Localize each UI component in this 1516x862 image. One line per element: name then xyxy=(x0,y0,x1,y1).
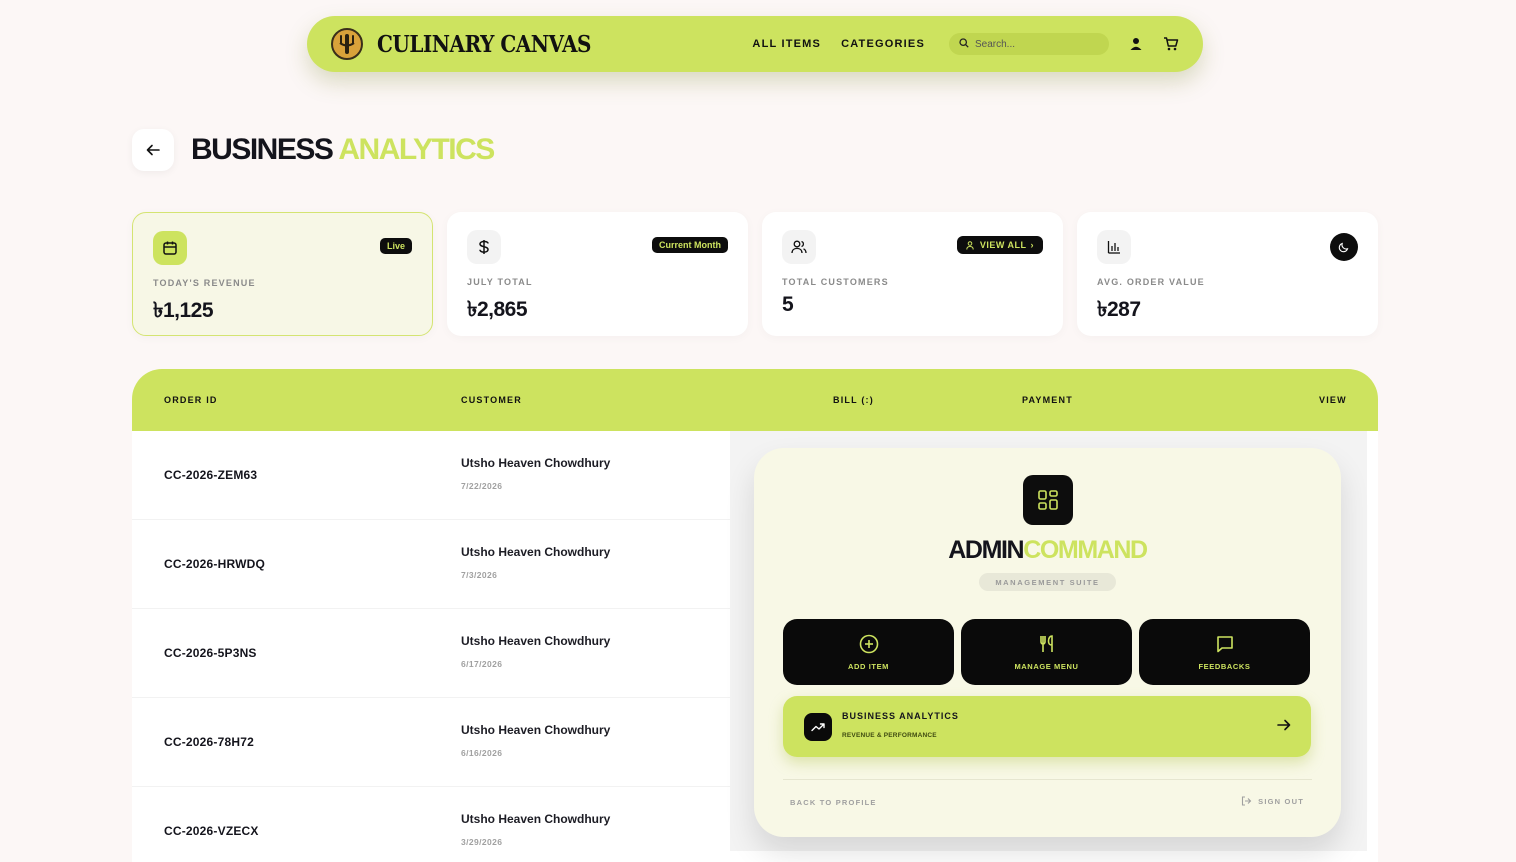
customer-name: Utsho Heaven Chowdhury xyxy=(461,456,611,470)
moon-icon xyxy=(1338,242,1349,253)
theme-toggle-button[interactable] xyxy=(1330,233,1358,261)
trending-up-icon xyxy=(804,713,832,741)
stat-label: JULY TOTAL xyxy=(467,277,533,287)
stat-card-month-total[interactable]: Current Month JULY TOTAL ৳2,865 xyxy=(447,212,748,336)
stat-label: TODAY'S REVENUE xyxy=(153,278,256,288)
admin-command-panel: ADMINCOMMAND MANAGEMENT SUITE ADD ITEM M… xyxy=(754,448,1341,837)
bar-chart-icon xyxy=(1097,230,1131,264)
column-header-payment: PAYMENT xyxy=(1022,395,1073,405)
stat-card-avg-order-value[interactable]: AVG. ORDER VALUE ৳287 xyxy=(1077,212,1378,336)
page-header: BUSINESS ANALYTICS xyxy=(132,129,495,171)
stat-value: ৳287 xyxy=(1097,298,1141,321)
column-header-customer: CUSTOMER xyxy=(461,395,522,405)
admin-title: ADMINCOMMAND xyxy=(754,536,1341,565)
log-out-icon xyxy=(1242,796,1252,806)
sign-out-label: SIGN OUT xyxy=(1258,796,1304,806)
divider xyxy=(783,779,1312,780)
page-title-part2: ANALYTICS xyxy=(338,133,495,166)
business-analytics-subtitle: REVENUE & PERFORMANCE xyxy=(842,732,937,739)
stat-card-todays-revenue[interactable]: Live TODAY'S REVENUE ৳1,125 xyxy=(132,212,433,336)
brand-name[interactable]: CULINARY CANVAS xyxy=(377,30,591,58)
column-header-bill: BILL (:) xyxy=(833,395,874,405)
top-navbar: CULINARY CANVAS ALL ITEMS CATEGORIES xyxy=(307,16,1203,72)
business-analytics-button[interactable]: BUSINESS ANALYTICS REVENUE & PERFORMANCE xyxy=(783,696,1311,757)
order-date: 7/22/2026 xyxy=(461,481,503,491)
stats-row: Live TODAY'S REVENUE ৳1,125 Current Mont… xyxy=(132,212,1378,336)
add-item-button[interactable]: ADD ITEM xyxy=(783,619,954,685)
order-id: CC-2026-HRWDQ xyxy=(164,557,266,571)
add-item-label: ADD ITEM xyxy=(847,661,890,671)
table-row[interactable]: CC-2026-5P3NS Utsho Heaven Chowdhury 6/1… xyxy=(132,609,730,698)
feedbacks-button[interactable]: FEEDBACKS xyxy=(1139,619,1310,685)
search-box[interactable] xyxy=(949,33,1109,55)
customer-name: Utsho Heaven Chowdhury xyxy=(461,545,611,559)
stat-label: AVG. ORDER VALUE xyxy=(1097,277,1205,287)
message-square-icon xyxy=(1216,635,1233,652)
order-date: 6/16/2026 xyxy=(461,748,503,758)
sign-out-button[interactable]: SIGN OUT xyxy=(1241,796,1304,806)
feedbacks-label: FEEDBACKS xyxy=(1198,661,1251,671)
table-header: ORDER ID CUSTOMER BILL (:) PAYMENT VIEW xyxy=(132,369,1378,431)
admin-title-part1: ADMIN xyxy=(948,536,1024,564)
dashboard-grid-icon xyxy=(1023,475,1073,525)
utensils-icon xyxy=(1039,634,1053,652)
order-id: CC-2026-5P3NS xyxy=(164,646,257,660)
users-icon xyxy=(966,240,974,250)
order-date: 7/3/2026 xyxy=(461,570,498,580)
view-all-label: VIEW ALL xyxy=(979,240,1027,250)
admin-actions: ADD ITEM MANAGE MENU FEEDBACKS xyxy=(783,619,1310,685)
column-header-view: VIEW xyxy=(1319,395,1347,405)
order-id: CC-2026-78H72 xyxy=(164,735,254,749)
cart-icon[interactable] xyxy=(1163,37,1179,51)
brand-logo-icon[interactable] xyxy=(331,28,363,60)
customer-name: Utsho Heaven Chowdhury xyxy=(461,634,611,648)
customer-name: Utsho Heaven Chowdhury xyxy=(461,723,611,737)
order-id: CC-2026-VZECX xyxy=(164,824,259,838)
arrow-right-icon xyxy=(1277,718,1291,737)
order-date: 6/17/2026 xyxy=(461,659,503,669)
nav-link-categories[interactable]: CATEGORIES xyxy=(841,38,925,50)
table-row[interactable]: CC-2026-ZEM63 Utsho Heaven Chowdhury 7/2… xyxy=(132,431,730,520)
stat-card-total-customers[interactable]: VIEW ALL › TOTAL CUSTOMERS 5 xyxy=(762,212,1063,336)
view-all-customers-button[interactable]: VIEW ALL › xyxy=(956,236,1043,254)
order-date: 3/29/2026 xyxy=(461,837,503,847)
search-input[interactable] xyxy=(975,38,1095,50)
table-row[interactable]: CC-2026-78H72 Utsho Heaven Chowdhury 6/1… xyxy=(132,698,730,787)
back-button[interactable] xyxy=(132,129,174,171)
users-icon xyxy=(782,230,816,264)
manage-menu-button[interactable]: MANAGE MENU xyxy=(961,619,1132,685)
current-month-badge: Current Month xyxy=(652,237,728,253)
stat-value: 5 xyxy=(782,293,794,316)
dollar-icon xyxy=(467,230,501,264)
page-title-part1: BUSINESS xyxy=(191,133,334,166)
page-title: BUSINESS ANALYTICS xyxy=(191,133,495,167)
admin-title-part2: COMMAND xyxy=(1023,536,1148,564)
chevron-right-icon: › xyxy=(1030,240,1034,250)
arrow-left-icon xyxy=(146,144,160,156)
admin-subtitle: MANAGEMENT SUITE xyxy=(979,573,1116,591)
stat-value: ৳1,125 xyxy=(153,299,214,322)
live-badge: Live xyxy=(379,238,412,254)
plus-circle-icon xyxy=(859,634,878,653)
column-header-order-id: ORDER ID xyxy=(164,395,218,405)
stat-label: TOTAL CUSTOMERS xyxy=(782,277,889,287)
table-row[interactable]: CC-2026-VZECX Utsho Heaven Chowdhury 3/2… xyxy=(132,787,730,862)
nav-link-all-items[interactable]: ALL ITEMS xyxy=(752,38,821,50)
table-row[interactable]: CC-2026-HRWDQ Utsho Heaven Chowdhury 7/3… xyxy=(132,520,730,609)
user-icon[interactable] xyxy=(1129,37,1143,51)
order-id: CC-2026-ZEM63 xyxy=(164,468,258,482)
back-to-profile-link[interactable]: BACK TO PROFILE xyxy=(790,798,877,807)
calendar-icon xyxy=(153,231,187,265)
manage-menu-label: MANAGE MENU xyxy=(1014,661,1079,671)
customer-name: Utsho Heaven Chowdhury xyxy=(461,812,611,826)
stat-value: ৳2,865 xyxy=(467,298,528,321)
search-icon xyxy=(959,35,969,53)
business-analytics-title: BUSINESS ANALYTICS xyxy=(842,711,959,721)
